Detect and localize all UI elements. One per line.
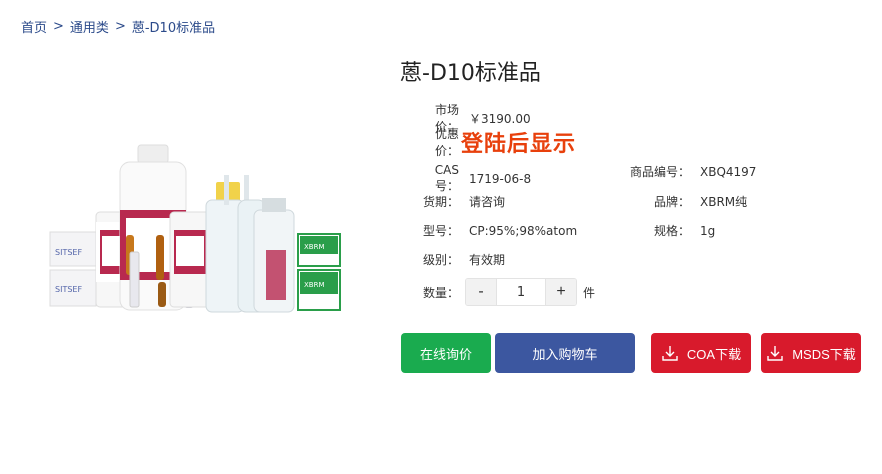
add-to-cart-label: 加入购物车 [532,346,598,362]
cas-value: 1719-06-8 [469,171,532,186]
brand-value: XBRM纯 [700,195,748,209]
box-brand-text: SITSEF [55,248,82,257]
product-code-row: 商品编号： XBQ4197 [628,163,756,180]
msds-download-label: MSDS下载 [792,346,856,362]
spec-row: 规格： 1g [628,222,715,239]
delivery-value: 请咨询 [469,195,506,209]
breadcrumb-category-link[interactable]: 通用类 [70,17,109,36]
spec-value: 1g [700,223,716,238]
product-code-label: 商品编号： [629,165,690,179]
breadcrumb: 首页 > 通用类 > 蒽-D10标准品 [21,17,215,36]
quantity-stepper: - + [465,278,577,306]
box-logo-text: XBRM [304,281,325,289]
box-logo-text: XBRM [304,243,325,251]
promo-price-label: 优惠价： [434,127,459,158]
promo-login-text[interactable]: 登陆后显示 [461,126,576,158]
online-inquiry-label: 在线询价 [419,346,472,362]
model-value: CP:95%;98%atom [469,223,578,238]
coa-download-label: COA下载 [686,346,742,362]
delivery-row: 货期： 请咨询 [412,193,505,210]
delivery-label: 货期： [422,195,459,209]
grade-label: 级别： [422,253,459,267]
quantity-input[interactable] [496,279,546,305]
msds-download-button[interactable]: MSDS下载 [761,333,861,373]
download-icon [767,346,783,361]
product-image: SITSEF SITSEF XBRM XBRM [49,144,341,313]
product-code-value: XBQ4197 [700,164,757,179]
breadcrumb-separator: > [114,19,126,34]
model-label: 型号： [422,224,459,238]
online-inquiry-button[interactable]: 在线询价 [401,333,491,373]
breadcrumb-separator: > [53,19,64,34]
product-title: 蒽-D10标准品 [400,61,541,86]
download-icon [662,346,678,361]
spec-label: 规格： [653,224,690,238]
quantity-row: 数量： - + 件 [412,278,595,306]
quantity-decrease-button[interactable]: - [466,279,496,305]
add-to-cart-button[interactable]: 加入购物车 [495,333,635,373]
box-brand-text: SITSEF [55,285,82,294]
cas-label: CAS号： [434,163,459,193]
quantity-unit: 件 [583,285,596,300]
model-row: 型号： CP:95%;98%atom [412,222,577,239]
cas-row: CAS号： 1719-06-8 [412,163,531,194]
coa-download-button[interactable]: COA下载 [651,333,751,373]
brand-row: 品牌： XBRM纯 [628,193,747,210]
quantity-increase-button[interactable]: + [546,279,576,305]
breadcrumb-home-link[interactable]: 首页 [21,17,47,36]
market-price-value: ￥3190.00 [469,111,531,126]
brand-label: 品牌： [653,195,690,209]
quantity-label: 数量： [422,285,459,300]
grade-value: 有效期 [469,253,506,267]
grade-row: 级别： 有效期 [412,251,505,268]
breadcrumb-current-link[interactable]: 蒽-D10标准品 [132,17,215,36]
promo-price-row: 优惠价： 登陆后显示 [412,125,576,159]
